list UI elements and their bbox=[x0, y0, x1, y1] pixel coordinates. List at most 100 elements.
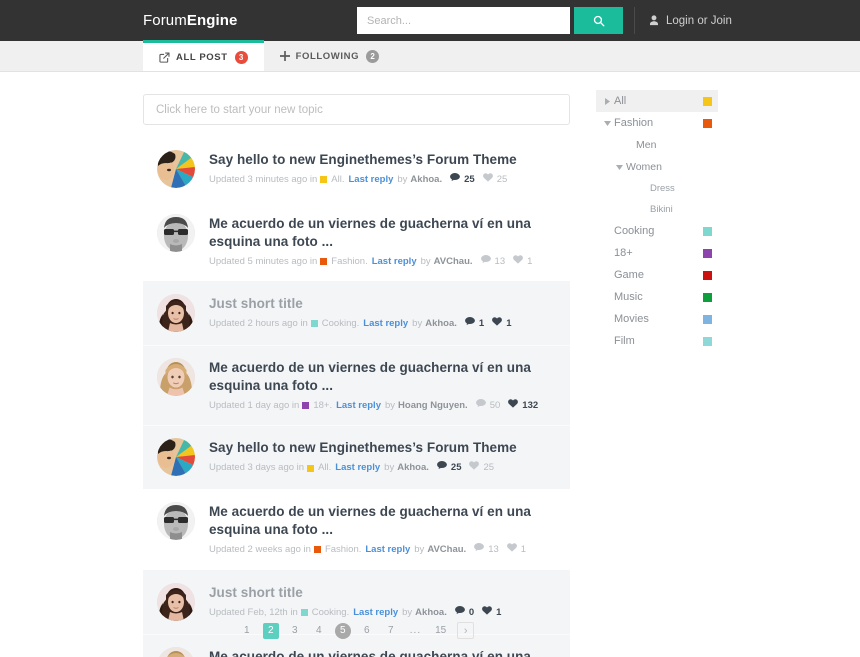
last-reply-link[interactable]: Last reply bbox=[353, 606, 398, 619]
post-category[interactable]: 18+. bbox=[313, 399, 332, 412]
tab-following-label: FOLLOWING bbox=[296, 51, 359, 62]
category-label: Music bbox=[614, 291, 703, 303]
post-item[interactable]: Just short titleUpdated 2 hours ago inCo… bbox=[143, 281, 570, 345]
avatar[interactable] bbox=[157, 150, 195, 188]
post-category[interactable]: Cooking. bbox=[322, 317, 360, 330]
sidebar-category-men[interactable]: Men bbox=[596, 134, 718, 156]
sidebar-category-cooking[interactable]: Cooking bbox=[596, 220, 718, 242]
last-reply-link[interactable]: Last reply bbox=[336, 399, 381, 412]
post-author[interactable]: Akhoa. bbox=[397, 461, 429, 474]
post-item[interactable]: Me acuerdo de un viernes de guacherna ví… bbox=[143, 345, 570, 425]
pagination-ellipsis: ... bbox=[407, 623, 424, 639]
avatar[interactable] bbox=[157, 502, 195, 540]
last-reply-link[interactable]: Last reply bbox=[335, 461, 380, 474]
site-logo[interactable]: ForumEngine bbox=[143, 12, 237, 29]
search-button[interactable] bbox=[574, 7, 623, 34]
post-title[interactable]: Me acuerdo de un viernes de guacherna ví… bbox=[209, 359, 570, 395]
post-title[interactable]: Me acuerdo de un viernes de guacherna ví… bbox=[209, 503, 570, 539]
post-title[interactable]: Me acuerdo de un viernes de guacherna ví… bbox=[209, 648, 570, 657]
post-author[interactable]: AVChau. bbox=[434, 255, 473, 268]
last-reply-link[interactable]: Last reply bbox=[372, 255, 417, 268]
pagination: 1234567... 15 › bbox=[143, 622, 570, 639]
avatar[interactable] bbox=[157, 214, 195, 252]
tab-bar: ALL POST 3 FOLLOWING 2 bbox=[0, 41, 860, 72]
avatar[interactable] bbox=[157, 438, 195, 476]
category-label: Dress bbox=[650, 183, 712, 194]
post-author[interactable]: Hoang Nguyen. bbox=[398, 399, 468, 412]
sidebar-category-movies[interactable]: Movies bbox=[596, 308, 718, 330]
post-category[interactable]: Cooking. bbox=[312, 606, 350, 619]
last-reply-link[interactable]: Last reply bbox=[365, 543, 410, 556]
sidebar-category-game[interactable]: Game bbox=[596, 264, 718, 286]
pagination-page-7[interactable]: 7 bbox=[383, 623, 399, 639]
post-category[interactable]: Fashion. bbox=[331, 255, 367, 268]
sidebar-category-music[interactable]: Music bbox=[596, 286, 718, 308]
sidebar-category-all[interactable]: All bbox=[596, 90, 718, 112]
post-author[interactable]: AVChau. bbox=[427, 543, 466, 556]
chevron-right-icon[interactable] bbox=[602, 98, 612, 105]
sidebar-category-film[interactable]: Film bbox=[596, 330, 718, 352]
new-topic-input[interactable]: Click here to start your new topic bbox=[143, 94, 570, 125]
post-item[interactable]: Say hello to new Enginethemes’s Forum Th… bbox=[143, 137, 570, 201]
post-list: Say hello to new Enginethemes’s Forum Th… bbox=[143, 137, 570, 657]
category-color-swatch bbox=[703, 315, 712, 324]
post-author[interactable]: Akhoa. bbox=[410, 173, 442, 186]
avatar[interactable] bbox=[157, 647, 195, 657]
sidebar-category-dress[interactable]: Dress bbox=[596, 178, 718, 199]
heart-icon bbox=[513, 255, 523, 268]
post-item[interactable]: Me acuerdo de un viernes de guacherna ví… bbox=[143, 489, 570, 569]
logo-text-secondary: Engine bbox=[187, 12, 238, 29]
tab-all-post[interactable]: ALL POST 3 bbox=[143, 40, 264, 71]
pagination-page-6[interactable]: 6 bbox=[359, 623, 375, 639]
like-count-value: 1 bbox=[521, 543, 526, 556]
post-author[interactable]: Akhoa. bbox=[415, 606, 447, 619]
category-color-swatch bbox=[703, 271, 712, 280]
post-title[interactable]: Say hello to new Enginethemes’s Forum Th… bbox=[209, 151, 570, 169]
last-reply-link[interactable]: Last reply bbox=[363, 317, 408, 330]
heart-icon bbox=[483, 173, 493, 186]
login-or-join-button[interactable]: Login or Join bbox=[634, 7, 732, 34]
like-count-value: 25 bbox=[497, 173, 508, 186]
post-body: Just short titleUpdated Feb, 12th inCook… bbox=[209, 583, 570, 619]
like-count: 1 bbox=[482, 606, 501, 619]
post-updated: Updated 1 day ago in bbox=[209, 399, 299, 412]
post-category[interactable]: All. bbox=[318, 461, 331, 474]
post-author[interactable]: Akhoa. bbox=[425, 317, 457, 330]
post-title[interactable]: Just short title bbox=[209, 295, 570, 313]
post-category[interactable]: Fashion. bbox=[325, 543, 361, 556]
pagination-page-15[interactable]: 15 bbox=[432, 623, 449, 639]
pagination-page-2[interactable]: 2 bbox=[263, 623, 279, 639]
sidebar-category-18[interactable]: 18+ bbox=[596, 242, 718, 264]
post-item[interactable]: Me acuerdo de un viernes de guacherna ví… bbox=[143, 201, 570, 281]
by-label: by bbox=[384, 461, 394, 474]
pagination-page-5[interactable]: 5 bbox=[335, 623, 351, 639]
heart-icon bbox=[508, 399, 518, 412]
sidebar-category-women[interactable]: Women bbox=[596, 156, 718, 178]
like-count: 132 bbox=[508, 399, 538, 412]
avatar[interactable] bbox=[157, 294, 195, 332]
like-count-value: 1 bbox=[527, 255, 532, 268]
avatar[interactable] bbox=[157, 358, 195, 396]
post-body: Me acuerdo de un viernes de guacherna ví… bbox=[209, 647, 570, 657]
post-category[interactable]: All. bbox=[331, 173, 344, 186]
post-item[interactable]: Say hello to new Enginethemes’s Forum Th… bbox=[143, 425, 570, 489]
comment-icon bbox=[481, 255, 491, 268]
comment-count: 1 bbox=[465, 317, 484, 330]
avatar[interactable] bbox=[157, 583, 195, 621]
last-reply-link[interactable]: Last reply bbox=[348, 173, 393, 186]
pagination-page-1[interactable]: 1 bbox=[239, 623, 255, 639]
pagination-next-button[interactable]: › bbox=[457, 622, 474, 639]
pagination-page-4[interactable]: 4 bbox=[311, 623, 327, 639]
tab-following[interactable]: FOLLOWING 2 bbox=[264, 41, 395, 71]
sidebar-category-fashion[interactable]: Fashion bbox=[596, 112, 718, 134]
search-input[interactable] bbox=[357, 7, 570, 34]
post-title[interactable]: Just short title bbox=[209, 584, 570, 602]
chevron-down-icon[interactable] bbox=[602, 121, 612, 126]
like-count-value: 1 bbox=[496, 606, 501, 619]
sidebar-category-bikini[interactable]: Bikini bbox=[596, 199, 718, 220]
pagination-page-3[interactable]: 3 bbox=[287, 623, 303, 639]
post-title[interactable]: Me acuerdo de un viernes de guacherna ví… bbox=[209, 215, 570, 251]
comment-icon bbox=[474, 543, 484, 556]
post-title[interactable]: Say hello to new Enginethemes’s Forum Th… bbox=[209, 439, 570, 457]
chevron-down-icon[interactable] bbox=[614, 165, 624, 170]
